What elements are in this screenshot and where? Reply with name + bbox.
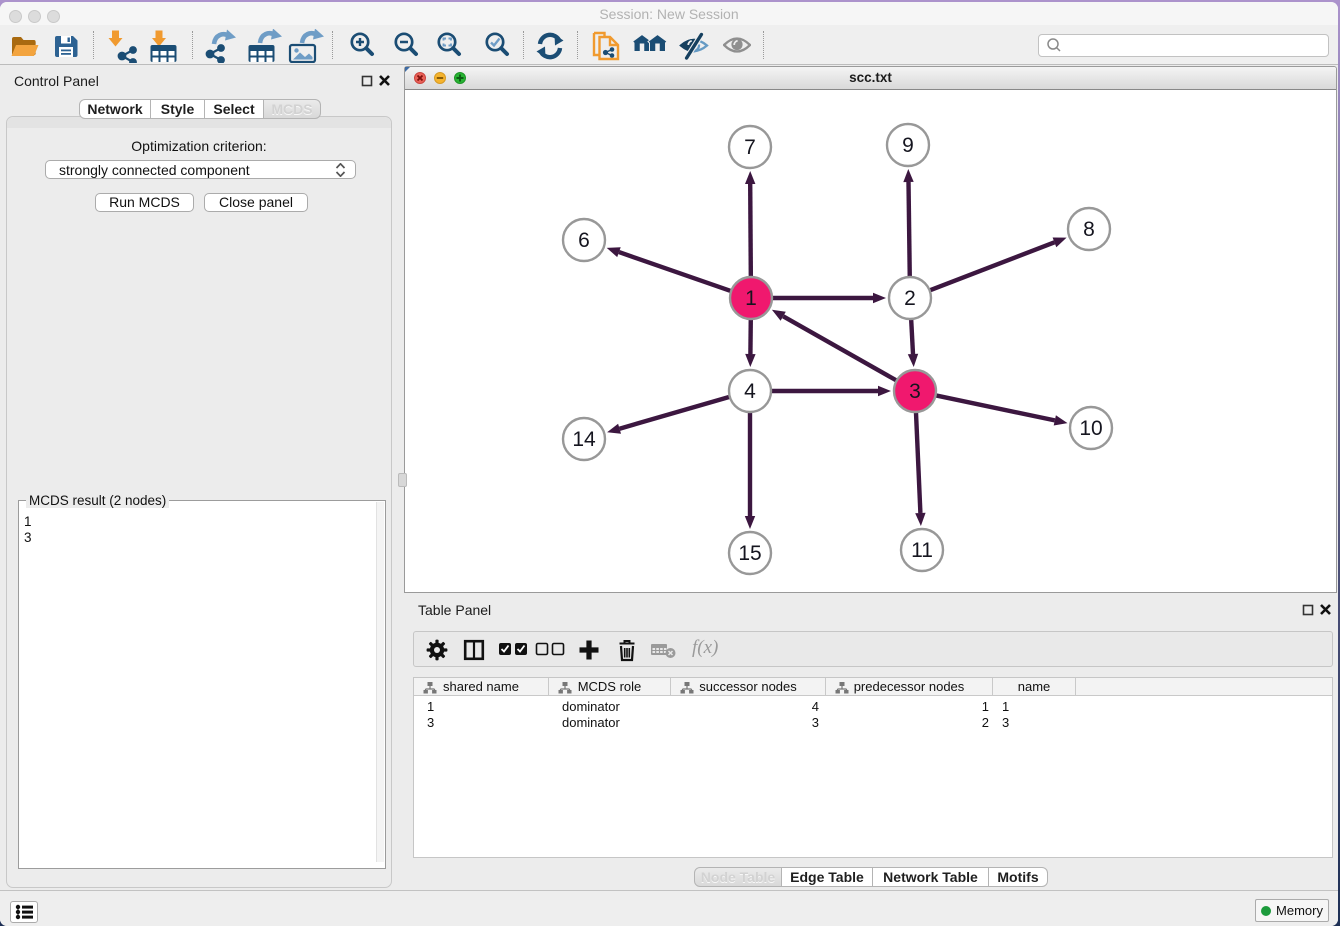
svg-text:1: 1 [745, 287, 757, 310]
svg-text:3: 3 [909, 380, 921, 403]
svg-text:6: 6 [578, 229, 590, 252]
svg-text:7: 7 [744, 136, 756, 159]
svg-text:14: 14 [572, 428, 596, 451]
svg-text:11: 11 [911, 539, 933, 562]
svg-text:10: 10 [1079, 417, 1102, 440]
svg-text:8: 8 [1083, 218, 1095, 241]
svg-text:9: 9 [902, 134, 914, 157]
svg-text:4: 4 [744, 380, 756, 403]
svg-text:15: 15 [738, 542, 761, 565]
svg-text:2: 2 [904, 287, 916, 310]
